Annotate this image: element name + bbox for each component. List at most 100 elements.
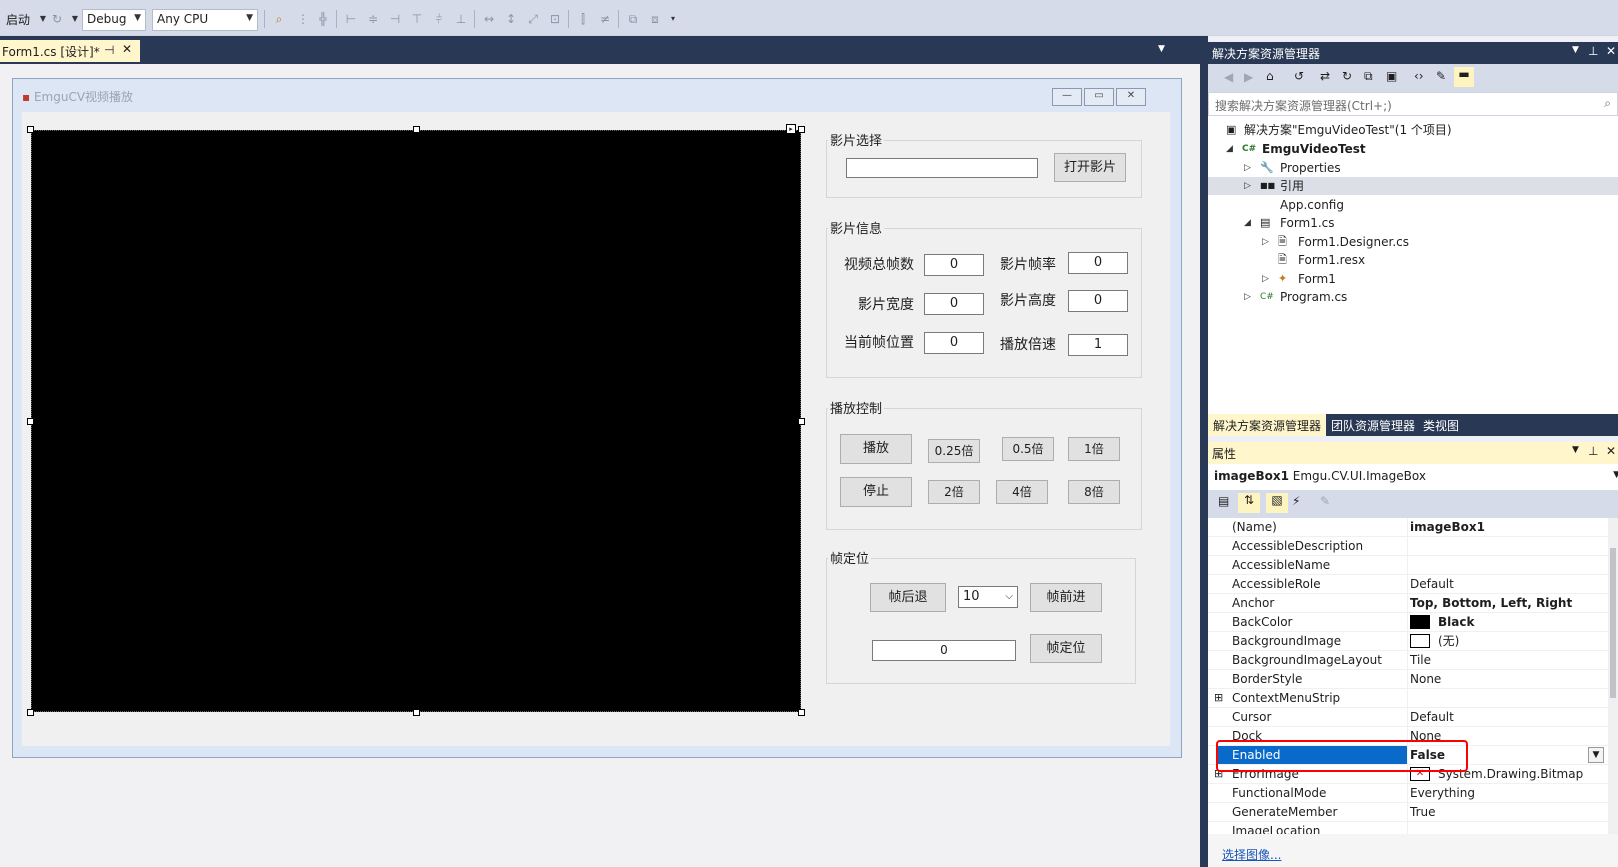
align-right-icon[interactable]: ⊣ [388, 12, 402, 26]
expander-icon[interactable]: ▷ [1262, 270, 1269, 288]
configuration-select[interactable]: Debug ▼ [82, 9, 146, 31]
expand-icon[interactable]: ⊞ [1214, 689, 1223, 707]
minimize-icon[interactable]: — [1052, 88, 1082, 106]
expander-icon[interactable]: ▷ [1262, 233, 1269, 251]
image-box[interactable] [31, 130, 801, 712]
same-size-icon[interactable]: ⤢ [526, 12, 540, 26]
solution-search-input[interactable]: 搜索解决方案资源管理器(Ctrl+;) ⌕ [1208, 92, 1618, 116]
align-bottom-icon[interactable]: ⊥ [454, 12, 468, 26]
property-row[interactable]: BackgroundImageLayout Tile [1208, 651, 1608, 670]
current-position-field[interactable]: 0 [924, 332, 984, 354]
search-icon[interactable]: ⌕ [1604, 96, 1611, 111]
resize-handle[interactable] [798, 709, 805, 716]
find-icon[interactable]: ⌕ [272, 12, 286, 26]
tree-item[interactable]: ◢ C# EmguVideoTest [1208, 140, 1618, 158]
toolbar-overflow-icon[interactable]: ▾ [666, 12, 680, 26]
frame-locate-button[interactable]: 帧定位 [1030, 634, 1102, 663]
refresh-dropdown-icon[interactable]: ▼ [68, 12, 82, 26]
property-row[interactable]: ⊞ ContextMenuStrip [1208, 689, 1608, 708]
property-row[interactable]: (Name) imageBox1 [1208, 518, 1608, 537]
stop-button[interactable]: 停止 [840, 477, 912, 507]
frame-number-input[interactable]: 0 [872, 640, 1016, 661]
close-window-icon[interactable]: ✕ [1116, 88, 1146, 106]
properties-object-selector[interactable]: imageBox1 Emgu.CV.UI.ImageBox ▼ [1208, 464, 1618, 490]
pin-icon[interactable]: ⊥ [1588, 444, 1598, 458]
expander-icon[interactable]: ▷ [1244, 177, 1251, 195]
total-frames-field[interactable]: 0 [924, 254, 984, 276]
properties-icon[interactable]: ▧ [1266, 493, 1288, 513]
start-dropdown-icon[interactable]: ▼ [36, 12, 50, 26]
resize-handle[interactable] [27, 709, 34, 716]
expander-icon[interactable]: ▷ [1244, 159, 1251, 177]
chevron-down-icon[interactable]: ▼ [1588, 747, 1604, 763]
start-button[interactable]: 启动 [6, 11, 30, 28]
speed-1x-button[interactable]: 1倍 [1068, 437, 1120, 461]
back-icon[interactable]: ◀ [1224, 70, 1233, 84]
speed-05x-button[interactable]: 0.5倍 [1002, 437, 1054, 461]
bring-to-front-icon[interactable]: ⧉ [626, 12, 640, 26]
speed-4x-button[interactable]: 4倍 [996, 480, 1048, 504]
property-row[interactable]: BackColor Black [1208, 613, 1608, 632]
property-value[interactable]: Tile [1410, 651, 1431, 669]
close-icon[interactable]: ✕ [122, 42, 132, 56]
property-row[interactable]: BorderStyle None [1208, 670, 1608, 689]
property-value[interactable]: True [1410, 803, 1436, 821]
playback-speed-field[interactable]: 1 [1068, 334, 1128, 356]
size-to-grid-icon[interactable]: ⊡ [548, 12, 562, 26]
send-to-back-icon[interactable]: ⧈ [648, 12, 662, 26]
property-value[interactable]: Everything [1410, 784, 1475, 802]
resize-handle[interactable] [27, 126, 34, 133]
property-grid-scrollbar[interactable] [1608, 518, 1618, 834]
panel-splitter[interactable] [1200, 42, 1208, 867]
property-value[interactable]: (无) [1438, 632, 1459, 650]
property-row[interactable]: BackgroundImage (无) [1208, 632, 1608, 651]
resize-handle[interactable] [413, 126, 420, 133]
tree-item[interactable]: ▣ 解决方案"EmguVideoTest"(1 个项目) [1208, 121, 1618, 139]
pin-icon[interactable]: ⊥ [1588, 44, 1598, 58]
height-field[interactable]: 0 [1068, 290, 1128, 312]
tab-solution-explorer[interactable]: 解决方案资源管理器 [1208, 414, 1327, 436]
property-row[interactable]: ImageLocation [1208, 822, 1608, 834]
property-pages-icon[interactable]: ✎ [1320, 494, 1330, 508]
same-height-icon[interactable]: ↕ [504, 12, 518, 26]
property-row[interactable]: AccessibleRole Default [1208, 575, 1608, 594]
preview-icon[interactable]: ▬ [1454, 67, 1474, 87]
speed-025x-button[interactable]: 0.25倍 [928, 439, 980, 463]
frame-step-select[interactable]: 10 ⌵ [958, 586, 1018, 608]
refresh-icon[interactable]: ↻ [1342, 69, 1352, 83]
vertical-spacing-icon[interactable]: ≠ [598, 12, 612, 26]
align-top-icon[interactable]: ⊤ [410, 12, 424, 26]
tree-item[interactable]: ▷ C# Program.cs [1208, 288, 1618, 306]
close-icon[interactable]: ✕ [1606, 44, 1616, 58]
align-center-icon[interactable]: ≑ [366, 12, 380, 26]
property-row[interactable]: Anchor Top, Bottom, Left, Right [1208, 594, 1608, 613]
tree-item[interactable]: 🗎 Form1.resx [1208, 251, 1618, 269]
speed-2x-button[interactable]: 2倍 [928, 480, 980, 504]
maximize-icon[interactable]: ▭ [1084, 88, 1114, 106]
view-code-icon[interactable]: ‹› [1414, 69, 1424, 83]
platform-select[interactable]: Any CPU ▼ [152, 9, 258, 31]
open-video-button[interactable]: 打开影片 [1054, 153, 1126, 182]
frame-back-button[interactable]: 帧后退 [870, 583, 946, 612]
scrollbar-thumb[interactable] [1610, 548, 1616, 698]
home-icon[interactable]: ⌂ [1266, 69, 1274, 83]
property-row[interactable]: GenerateMember True [1208, 803, 1608, 822]
property-row[interactable]: AccessibleName [1208, 556, 1608, 575]
history-icon[interactable]: ↺ [1294, 69, 1304, 83]
categorized-icon[interactable]: ▤ [1218, 494, 1229, 508]
tab-list-dropdown-icon[interactable]: ▼ [1158, 44, 1165, 54]
show-all-files-icon[interactable]: ▣ [1386, 69, 1397, 83]
choose-image-link[interactable]: 选择图像... [1222, 846, 1281, 863]
alphabetical-icon[interactable]: ⇅ [1238, 493, 1260, 513]
smart-tag-icon[interactable]: ▸ [786, 124, 796, 134]
property-row[interactable]: Cursor Default [1208, 708, 1608, 727]
property-row[interactable]: AccessibleDescription [1208, 537, 1608, 556]
forward-icon[interactable]: ▶ [1244, 70, 1253, 84]
property-value[interactable]: Default [1410, 708, 1454, 726]
tab-form1-designer[interactable]: Form1.cs [设计]* ⊣ ✕ [0, 40, 140, 62]
tree-item[interactable]: App.config [1208, 196, 1618, 214]
property-value[interactable]: Top, Bottom, Left, Right [1410, 594, 1572, 612]
tree-item[interactable]: ▷ 🗎 Form1.Designer.cs [1208, 233, 1618, 251]
tab-class-view[interactable]: 类视图 [1418, 414, 1464, 436]
video-path-input[interactable] [846, 158, 1038, 178]
